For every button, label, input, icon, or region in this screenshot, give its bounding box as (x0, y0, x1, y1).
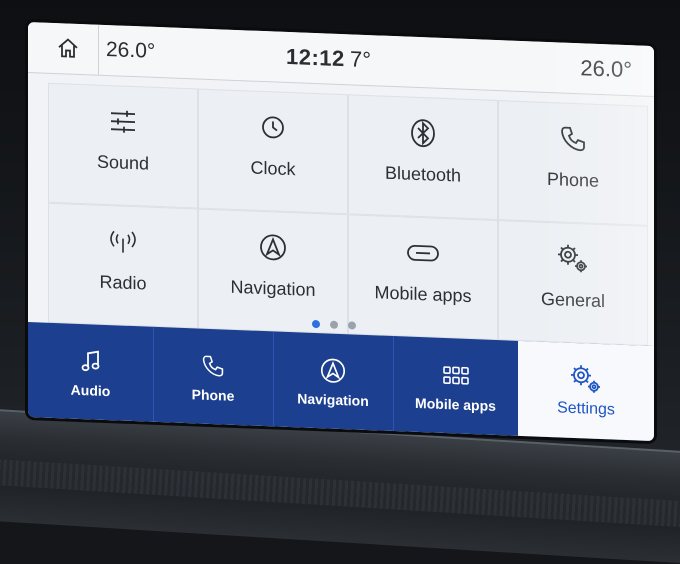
tile-general[interactable]: General (498, 220, 648, 346)
page-dot[interactable] (330, 320, 338, 329)
nav-phone-label: Phone (191, 385, 235, 404)
tile-label: General (540, 288, 606, 312)
nav-navigation-label: Navigation (297, 389, 369, 409)
nav-audio[interactable]: Audio (28, 322, 154, 422)
nav-audio-label: Audio (70, 381, 111, 399)
gears-icon (569, 363, 603, 394)
tile-phone[interactable]: Phone (498, 100, 648, 226)
tile-clock[interactable]: Clock (198, 88, 348, 215)
passenger-temperature[interactable]: 26.0° (580, 43, 632, 95)
sliders-icon (108, 104, 138, 139)
link-pill-icon (406, 236, 440, 271)
tile-bluetooth[interactable]: Bluetooth (348, 94, 498, 221)
music-note-icon (80, 345, 102, 376)
tile-label: Navigation (230, 276, 316, 301)
nav-settings[interactable]: Settings (518, 340, 654, 442)
clock-icon (260, 110, 286, 145)
page-indicator (306, 317, 376, 334)
phone-icon (201, 350, 225, 381)
nav-mobile-apps-label: Mobile apps (415, 394, 496, 414)
navigation-arrow-icon (258, 230, 288, 265)
nav-navigation[interactable]: Navigation (273, 331, 394, 432)
radio-antenna-icon (108, 224, 138, 259)
phone-icon (559, 121, 587, 156)
nav-mobile-apps[interactable]: Mobile apps (393, 336, 519, 436)
tile-radio[interactable]: Radio (48, 202, 198, 329)
tile-label: Mobile apps (374, 282, 472, 307)
page-dot-active[interactable] (312, 319, 320, 329)
tile-navigation[interactable]: Navigation (198, 208, 348, 335)
clock-time: 12:12 (286, 43, 345, 72)
nav-phone[interactable]: Phone (153, 326, 274, 427)
bluetooth-icon (410, 116, 436, 151)
outside-temperature: 7° (350, 46, 372, 73)
nav-settings-label: Settings (557, 398, 615, 419)
infotainment-screen: 26.0° 12:12 7° 26.0° Sound Clock Bluetoo… (28, 22, 654, 442)
driver-temperature[interactable]: 26.0° (106, 25, 155, 77)
page-dot[interactable] (348, 321, 356, 330)
tile-label: Radio (99, 271, 147, 294)
gears-icon (556, 241, 590, 276)
home-button[interactable] (38, 22, 99, 75)
tile-label: Sound (96, 151, 150, 174)
navigation-arrow-icon (319, 355, 347, 386)
home-icon (58, 38, 78, 58)
tile-sound[interactable]: Sound (48, 82, 198, 209)
tile-label: Clock (250, 157, 296, 180)
app-grid-icon (442, 359, 469, 390)
tile-label: Phone (546, 168, 600, 191)
tile-label: Bluetooth (384, 162, 462, 186)
